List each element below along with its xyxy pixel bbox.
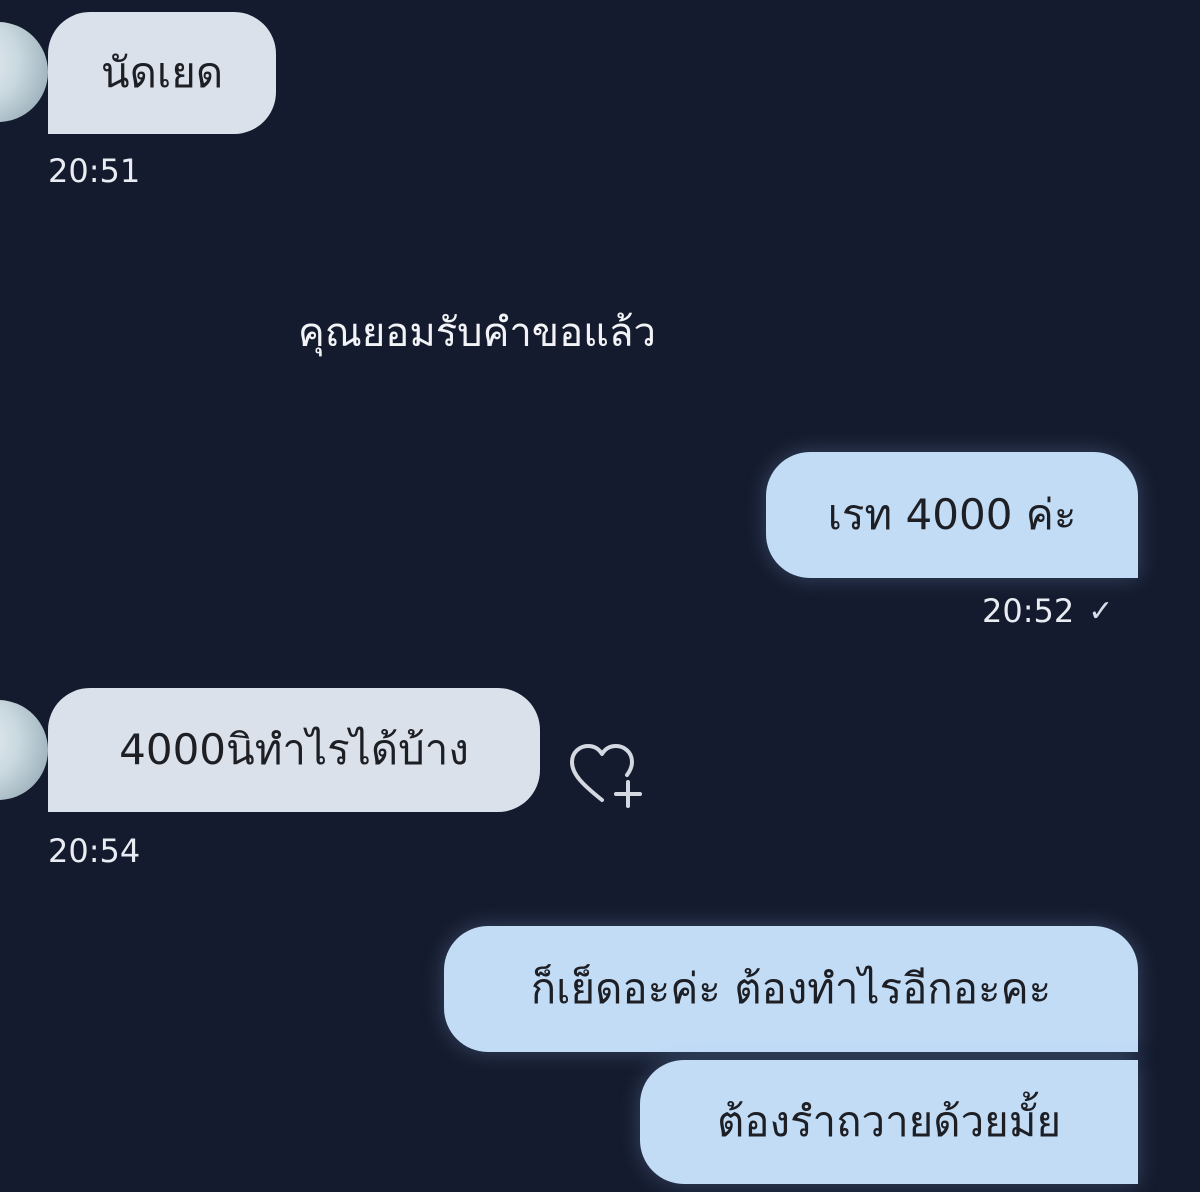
contact-avatar[interactable]: [0, 22, 48, 122]
outgoing-message-bubble[interactable]: ก็เย็ดอะค่ะ ต้องทำไรอีกอะคะ: [444, 926, 1138, 1052]
message-text: 4000นิทำไรได้บ้าง: [119, 725, 469, 774]
message-text: ก็เย็ดอะค่ะ ต้องทำไรอีกอะคะ: [530, 964, 1052, 1013]
heart-plus-icon[interactable]: [568, 740, 646, 810]
message-text: เรท 4000 ค่ะ: [827, 490, 1077, 539]
chat-thread: นัดเยด 20:51 คุณยอมรับคำขอแล้ว เรท 4000 …: [0, 0, 1200, 1192]
message-timestamp: 20:51: [48, 152, 141, 190]
checkmark-icon: ✓: [1088, 593, 1114, 629]
incoming-message-bubble[interactable]: นัดเยด: [48, 12, 276, 134]
message-timestamp: 20:52: [982, 592, 1075, 630]
system-notice: คุณยอมรับคำขอแล้ว: [298, 310, 656, 356]
message-text: นัดเยด: [100, 48, 224, 97]
incoming-message-bubble[interactable]: 4000นิทำไรได้บ้าง: [48, 688, 540, 812]
outgoing-message-bubble[interactable]: ต้องรำถวายด้วยมั้ย: [640, 1060, 1138, 1184]
message-timestamp-row: 20:52 ✓: [982, 592, 1113, 630]
message-timestamp: 20:54: [48, 832, 141, 870]
outgoing-message-bubble[interactable]: เรท 4000 ค่ะ: [766, 452, 1138, 578]
message-text: ต้องรำถวายด้วยมั้ย: [716, 1097, 1062, 1146]
contact-avatar[interactable]: [0, 700, 48, 800]
